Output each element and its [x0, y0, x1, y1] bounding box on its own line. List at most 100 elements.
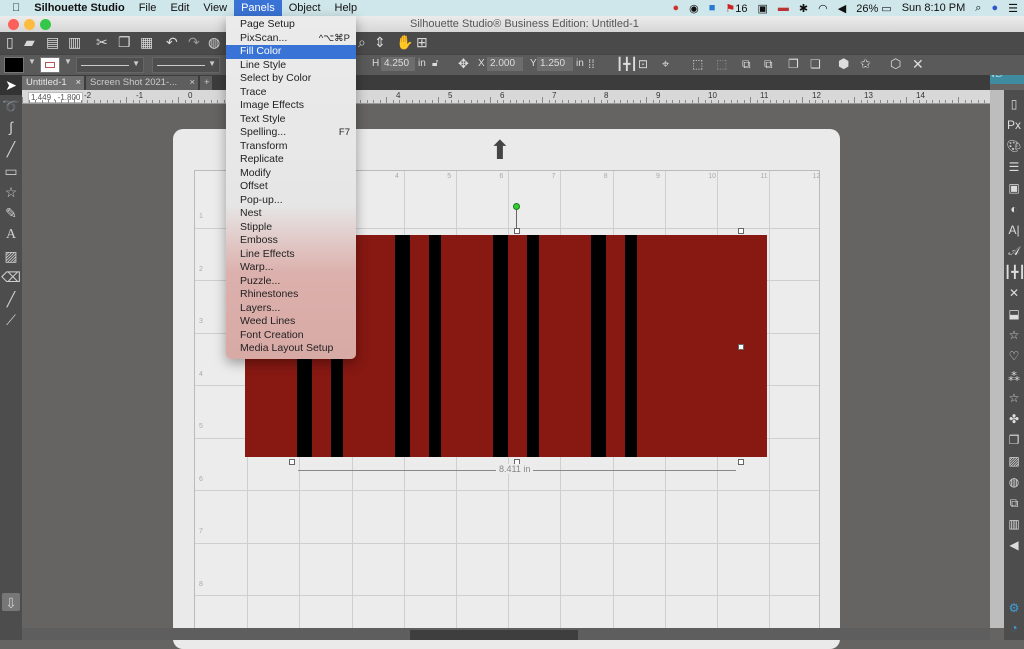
zoom-select-icon[interactable]: ⌕ [358, 32, 366, 52]
add-tab-button[interactable]: + [200, 76, 212, 90]
modify-icon[interactable]: ⬓ [1004, 304, 1024, 324]
menu-item-offset[interactable]: Offset [226, 180, 356, 194]
doc-tab-untitled[interactable]: Untitled-1× [22, 76, 84, 90]
menu-item-replicate[interactable]: Replicate [226, 153, 356, 167]
rotate-handle[interactable] [513, 203, 520, 210]
x-position-input[interactable]: 2.000 [487, 57, 523, 71]
pixscan-icon[interactable]: Px [1004, 115, 1024, 135]
send-backward-icon[interactable]: ❏ [810, 57, 821, 71]
group-icon[interactable]: ⬚ [692, 57, 703, 71]
paste-icon[interactable]: ▦ [140, 32, 153, 52]
line-style-select[interactable]: ▼ [76, 57, 144, 73]
bring-to-front-icon[interactable]: ⧉ [742, 57, 751, 71]
lasso-icon[interactable]: ➰ [0, 96, 22, 116]
pencil-icon[interactable]: ✎ [0, 203, 22, 223]
notification-icon[interactable]: ⚑16 [725, 2, 747, 15]
menu-item-line-effects[interactable]: Line Effects [226, 248, 356, 262]
page-setup-icon[interactable]: ▯ [1004, 94, 1024, 114]
sync-icon[interactable]: ◔ [1004, 618, 1024, 638]
globe-icon[interactable]: ◍ [208, 32, 220, 52]
menu-object[interactable]: Object [282, 0, 328, 16]
flag-icon[interactable]: ▬ [778, 2, 789, 14]
lock-aspect-icon[interactable]: 🔓︎ [432, 57, 438, 71]
anchor-grid-icon[interactable]: ⁞⁞ [588, 57, 595, 71]
import-icon[interactable]: ⇩ [2, 593, 20, 611]
pan-hand-icon[interactable]: ✋ [396, 32, 413, 52]
volume-icon[interactable]: ◀ [838, 2, 846, 15]
fit-page-icon[interactable]: ⇕ [374, 32, 386, 52]
wifi-icon[interactable]: ◠ [818, 2, 828, 15]
sketch-icon[interactable]: ▨ [0, 246, 22, 266]
rhinestone-icon[interactable]: ❐ [1004, 430, 1024, 450]
undo-icon[interactable]: ↶ [166, 32, 178, 52]
select-icon[interactable]: ➤ [0, 75, 22, 95]
close-window-button[interactable] [8, 19, 19, 30]
move-icon[interactable]: ✥ [458, 57, 469, 71]
menu-item-weed-lines[interactable]: Weed Lines [226, 315, 356, 329]
zoom-window-button[interactable] [40, 19, 51, 30]
save-icon[interactable]: ▤ [46, 32, 59, 52]
weed-icon[interactable]: ◍ [1004, 472, 1024, 492]
cut-icon[interactable]: ✂ [96, 32, 108, 52]
new-document-icon[interactable]: ▯ [6, 32, 14, 52]
line-color-swatch[interactable] [40, 57, 60, 73]
fill-dropdown-icon[interactable]: ▼ [28, 57, 36, 66]
menu-panels[interactable]: Panels [234, 0, 282, 16]
menu-item-pop-up[interactable]: Pop-up... [226, 194, 356, 208]
apple-icon[interactable]:  [0, 0, 27, 16]
minimize-window-button[interactable] [24, 19, 35, 30]
bezier-icon[interactable]: ∫ [0, 117, 22, 137]
emboss-icon[interactable]: ☆ [1004, 388, 1024, 408]
resize-handle-bottom-right[interactable] [738, 459, 744, 465]
menu-item-transform[interactable]: Transform [226, 140, 356, 154]
clock[interactable]: Sun 8:10 PM [902, 2, 966, 14]
menu-help[interactable]: Help [328, 0, 365, 16]
close-tab-icon[interactable]: × [189, 76, 195, 90]
y-position-input[interactable]: 1.250 [537, 57, 573, 71]
creative-cloud-icon[interactable]: ◉ [689, 2, 699, 15]
finder-status-icon[interactable]: ■ [709, 2, 716, 14]
rectangle-icon[interactable]: ▭ [0, 161, 22, 181]
popup-icon[interactable]: ♡ [1004, 346, 1024, 366]
menu-item-emboss[interactable]: Emboss [226, 234, 356, 248]
menu-item-fill-color[interactable]: Fill Color [226, 45, 356, 59]
spotlight-icon[interactable]: ⌕ [975, 2, 981, 15]
height-input[interactable]: 4.250 [381, 57, 415, 71]
menu-item-modify[interactable]: Modify [226, 167, 356, 181]
menu-item-select-by-color[interactable]: Select by Color [226, 72, 356, 86]
line-width-select[interactable]: ▼ [152, 57, 220, 73]
menu-item-warp[interactable]: Warp... [226, 261, 356, 275]
ungroup-icon[interactable]: ⬚ [716, 57, 727, 71]
offset-icon[interactable]: ☆ [1004, 325, 1024, 345]
text-style-icon[interactable]: A| [1004, 220, 1024, 240]
resize-handle-right[interactable] [738, 344, 744, 350]
fill-color-swatch[interactable] [4, 57, 24, 73]
warp-icon[interactable]: ⧉ [1004, 493, 1024, 513]
open-folder-icon[interactable]: ▰ [24, 32, 35, 52]
menu-item-trace[interactable]: Trace [226, 86, 356, 100]
doc-tab-screenshot[interactable]: Screen Shot 2021-...× [86, 76, 198, 90]
image-effects-icon[interactable]: ◐ [1004, 199, 1024, 219]
siri-icon[interactable]: ● [991, 2, 998, 14]
menu-item-text-style[interactable]: Text Style [226, 113, 356, 127]
stipple-icon[interactable]: ⁂ [1004, 367, 1024, 387]
redo-icon[interactable]: ↷ [188, 32, 200, 52]
settings-icon[interactable]: ⚙ [1004, 598, 1024, 618]
font-icon[interactable]: 𝒜 [1004, 241, 1024, 261]
menu-item-image-effects[interactable]: Image Effects [226, 99, 356, 113]
line-style-icon[interactable]: ☰ [1004, 157, 1024, 177]
eyedropper-icon[interactable]: ⟋ [0, 310, 22, 330]
collapse-icon[interactable]: ◀ [1004, 535, 1024, 555]
menu-item-page-setup[interactable]: Page Setup [226, 18, 356, 32]
menu-edit[interactable]: Edit [163, 0, 196, 16]
menu-item-pixscan[interactable]: PixScan...^⌥⌘P [226, 32, 356, 46]
send-to-back-icon[interactable]: ⧉ [764, 57, 773, 71]
text-icon[interactable]: A [0, 225, 22, 245]
align-icon[interactable]: ┃╋┃ [616, 57, 638, 71]
puzzle-icon[interactable]: ✤ [1004, 409, 1024, 429]
center-page-icon[interactable]: ⊡ [638, 57, 648, 71]
app-menu[interactable]: Silhouette Studio [27, 0, 131, 16]
line-icon[interactable]: ╱ [0, 139, 22, 159]
menu-item-rhinestones[interactable]: Rhinestones [226, 288, 356, 302]
transform-icon[interactable]: ┃╋┃ [1004, 262, 1024, 282]
